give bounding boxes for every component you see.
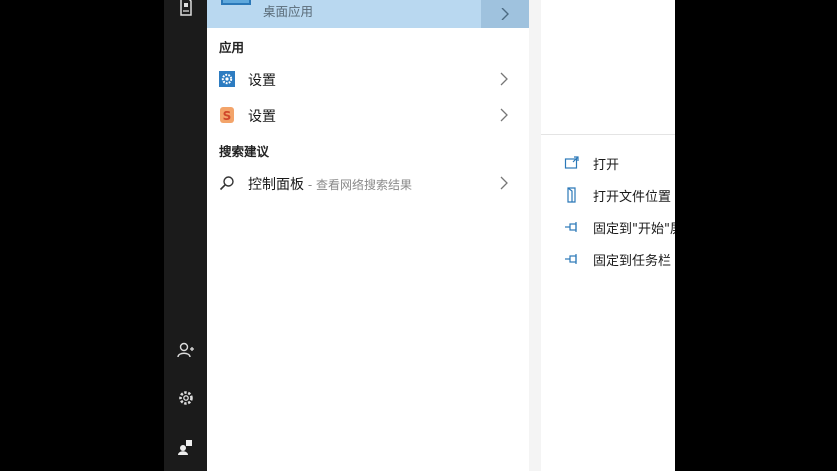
action-label: 打开	[593, 158, 620, 173]
top-result[interactable]: 桌面应用	[207, 0, 529, 28]
user-account-icon[interactable]	[164, 433, 207, 461]
app-result-settings[interactable]: 设置	[207, 62, 529, 96]
control-panel-icon	[221, 0, 251, 5]
app-result-label: 设置	[248, 73, 276, 89]
sogou-settings-icon: S	[219, 107, 235, 123]
start-rail	[164, 0, 207, 471]
search-suggestion-label: 控制面板 - 查看网络搜索结果	[248, 174, 412, 194]
action-open-file-location[interactable]: 打开文件位置	[564, 184, 675, 206]
pin-icon	[564, 251, 580, 267]
action-pin-to-start[interactable]: 固定到"开始"屏幕	[564, 216, 675, 238]
letterbox-left	[0, 0, 164, 471]
action-open[interactable]: 打开	[564, 152, 675, 174]
search-icon	[219, 175, 235, 191]
open-icon	[564, 155, 580, 171]
section-header-apps: 应用	[219, 40, 245, 55]
detail-pane-gutter	[529, 0, 541, 471]
app-result-label: 设置	[248, 109, 276, 125]
chevron-right-icon[interactable]	[498, 70, 510, 88]
action-label: 固定到"开始"屏幕	[593, 222, 675, 237]
add-user-icon[interactable]	[164, 336, 207, 364]
letterbox-right	[675, 0, 837, 471]
svg-text:S: S	[223, 109, 232, 123]
top-result-expand-button[interactable]	[481, 0, 529, 28]
section-header-suggestions: 搜索建议	[219, 144, 270, 159]
top-result-type: 桌面应用	[263, 4, 314, 19]
chevron-right-icon[interactable]	[498, 174, 510, 192]
action-label: 打开文件位置	[593, 190, 672, 205]
chevron-right-icon	[501, 8, 509, 20]
search-suggestion[interactable]: 控制面板 - 查看网络搜索结果	[207, 166, 529, 200]
settings-gear-icon	[219, 71, 235, 87]
app-result-sogou-settings[interactable]: S 设置	[207, 98, 529, 132]
chevron-right-icon[interactable]	[498, 106, 510, 124]
detail-divider	[541, 134, 675, 135]
search-results-panel: 桌面应用 应用 设置 S 设置 搜索建议 控制面板 - 查看网络搜索结果	[207, 0, 529, 471]
pin-icon	[564, 219, 580, 235]
suggestion-suffix: - 查看网络搜索结果	[304, 178, 412, 192]
settings-icon[interactable]	[164, 384, 207, 412]
action-pin-to-taskbar[interactable]: 固定到任务栏	[564, 248, 675, 270]
action-label: 固定到任务栏	[593, 254, 672, 269]
file-location-icon	[564, 187, 580, 203]
document-icon[interactable]	[164, 0, 207, 22]
suggestion-term: 控制面板	[248, 177, 304, 193]
